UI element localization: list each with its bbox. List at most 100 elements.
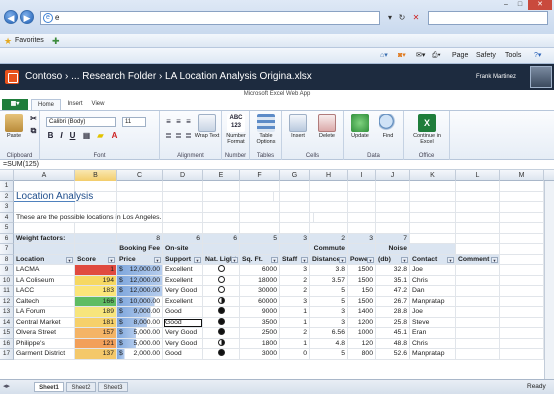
cell-c14[interactable]: 8,000.00 $ — [117, 317, 163, 328]
cell-g16[interactable]: 1 — [280, 338, 310, 349]
cell-f16[interactable]: 1800 — [240, 338, 280, 349]
cell-b11[interactable]: 183 — [75, 286, 117, 297]
cell-c1[interactable] — [117, 181, 163, 192]
forward-arrow-icon[interactable]: ▶ — [20, 10, 34, 24]
row-header[interactable]: 3 — [0, 202, 14, 213]
cell-j1[interactable] — [376, 181, 410, 192]
cell-j5[interactable] — [376, 223, 410, 234]
cell-b17[interactable]: 137 — [75, 349, 117, 360]
safety-menu[interactable]: Safety — [476, 51, 496, 61]
row-header[interactable]: 6 — [0, 233, 14, 244]
column-header-h[interactable]: H — [310, 170, 348, 181]
sheet-tab-2[interactable]: Sheet2 — [66, 382, 96, 392]
cell-e15[interactable] — [203, 328, 240, 339]
bold-icon[interactable]: B — [46, 131, 55, 140]
tools-menu[interactable]: Tools — [505, 51, 521, 61]
fill-color-icon[interactable]: ▰ — [96, 131, 105, 140]
cell-l14[interactable] — [456, 317, 500, 328]
cell-l16[interactable] — [456, 338, 500, 349]
cell-j12[interactable]: 26.7 — [376, 296, 410, 307]
cell-i14[interactable]: 1200 — [348, 317, 376, 328]
cell-f8[interactable]: Sq. Ft. ▼ — [240, 254, 280, 265]
cell-g8[interactable]: Staff ▼ — [280, 254, 310, 265]
favorites-button[interactable]: Favorites — [15, 37, 44, 44]
cell-c11[interactable]: 12,000.00 $ — [117, 286, 163, 297]
cell-l17[interactable] — [456, 349, 500, 360]
cell-c7[interactable]: Booking Fee — [117, 244, 163, 255]
cell-l1[interactable] — [456, 181, 500, 192]
cell-h11[interactable]: 5 — [310, 286, 348, 297]
row-header[interactable]: 12 — [0, 296, 14, 307]
cell-k15[interactable]: Eran — [410, 328, 456, 339]
cell-e10[interactable] — [203, 275, 240, 286]
column-header-g[interactable]: G — [280, 170, 310, 181]
cell-i4[interactable] — [348, 212, 376, 223]
cell-g6[interactable]: 3 — [280, 233, 310, 244]
cell-m12[interactable] — [500, 296, 544, 307]
cell-f2[interactable] — [240, 191, 280, 202]
cell-d11[interactable]: Very Good — [163, 286, 203, 297]
cell-g7[interactable] — [280, 244, 310, 255]
file-tab[interactable]: ▦▾ — [2, 99, 28, 110]
cell-l9[interactable] — [456, 265, 500, 276]
cell-c17[interactable]: 2,000.00 $ — [117, 349, 163, 360]
row-header[interactable]: 9 — [0, 265, 14, 276]
border-icon[interactable]: ▦ — [82, 131, 91, 140]
cell-g15[interactable]: 2 — [280, 328, 310, 339]
cell-e5[interactable] — [203, 223, 240, 234]
cell-e12[interactable] — [203, 296, 240, 307]
cell-j2[interactable] — [376, 191, 410, 202]
close-window-icon[interactable]: ✕ — [528, 0, 552, 10]
cell-g9[interactable]: 3 — [280, 265, 310, 276]
cell-m15[interactable] — [500, 328, 544, 339]
address-bar[interactable]: e e — [40, 11, 380, 25]
cell-d4[interactable] — [163, 212, 203, 223]
insert-cells-button[interactable]: Insert — [285, 114, 311, 139]
align-left-icon[interactable]: ≣ — [164, 131, 173, 140]
cell-c6[interactable]: 8 — [117, 233, 163, 244]
find-button[interactable]: Find — [375, 114, 401, 139]
cell-k4[interactable] — [410, 212, 456, 223]
cell-a3[interactable] — [14, 202, 75, 213]
cell-g4[interactable] — [280, 212, 310, 223]
cell-f14[interactable]: 3500 — [240, 317, 280, 328]
tab-insert[interactable]: Insert — [64, 99, 86, 110]
row-header[interactable]: 2 — [0, 191, 14, 202]
cell-a12[interactable]: Caltech — [14, 296, 75, 307]
cell-b5[interactable] — [75, 223, 117, 234]
cell-d10[interactable]: Excellent — [163, 275, 203, 286]
cell-h16[interactable]: 4.8 — [310, 338, 348, 349]
cell-e9[interactable] — [203, 265, 240, 276]
tab-home[interactable]: Home — [31, 99, 61, 110]
filter-dropdown-icon[interactable]: ▼ — [491, 256, 498, 263]
cell-m1[interactable] — [500, 181, 544, 192]
cell-i17[interactable]: 800 — [348, 349, 376, 360]
cell-e14[interactable] — [203, 317, 240, 328]
cell-h10[interactable]: 3.57 — [310, 275, 348, 286]
cell-b10[interactable]: 194 — [75, 275, 117, 286]
cell-h4[interactable] — [310, 212, 348, 223]
column-header-a[interactable]: A — [14, 170, 75, 181]
align-bottom-icon[interactable]: ≡ — [184, 117, 193, 126]
cell-k3[interactable] — [410, 202, 456, 213]
filter-dropdown-icon[interactable]: ▼ — [154, 256, 161, 263]
cell-d16[interactable]: Very Good — [163, 338, 203, 349]
align-top-icon[interactable]: ≡ — [164, 117, 173, 126]
column-header-m[interactable]: M — [500, 170, 544, 181]
cell-b6[interactable] — [75, 233, 117, 244]
cell-g1[interactable] — [280, 181, 310, 192]
row-header[interactable]: 7 — [0, 244, 14, 255]
delete-cells-button[interactable]: Delete — [314, 114, 340, 139]
cell-c13[interactable]: 9,000.00 $ — [117, 307, 163, 318]
cell-a6[interactable]: Weight factors: — [14, 233, 75, 244]
tab-view[interactable]: View — [88, 99, 108, 110]
cell-c16[interactable]: 5,000.00 $ — [117, 338, 163, 349]
cell-i12[interactable]: 1500 — [348, 296, 376, 307]
font-color-icon[interactable]: A — [110, 131, 119, 140]
cell-m7[interactable] — [500, 244, 544, 255]
cell-k12[interactable]: Manpratap — [410, 296, 456, 307]
cell-e11[interactable] — [203, 286, 240, 297]
maximize-icon[interactable]: □ — [514, 0, 526, 10]
cell-g17[interactable]: 0 — [280, 349, 310, 360]
cell-d5[interactable] — [163, 223, 203, 234]
